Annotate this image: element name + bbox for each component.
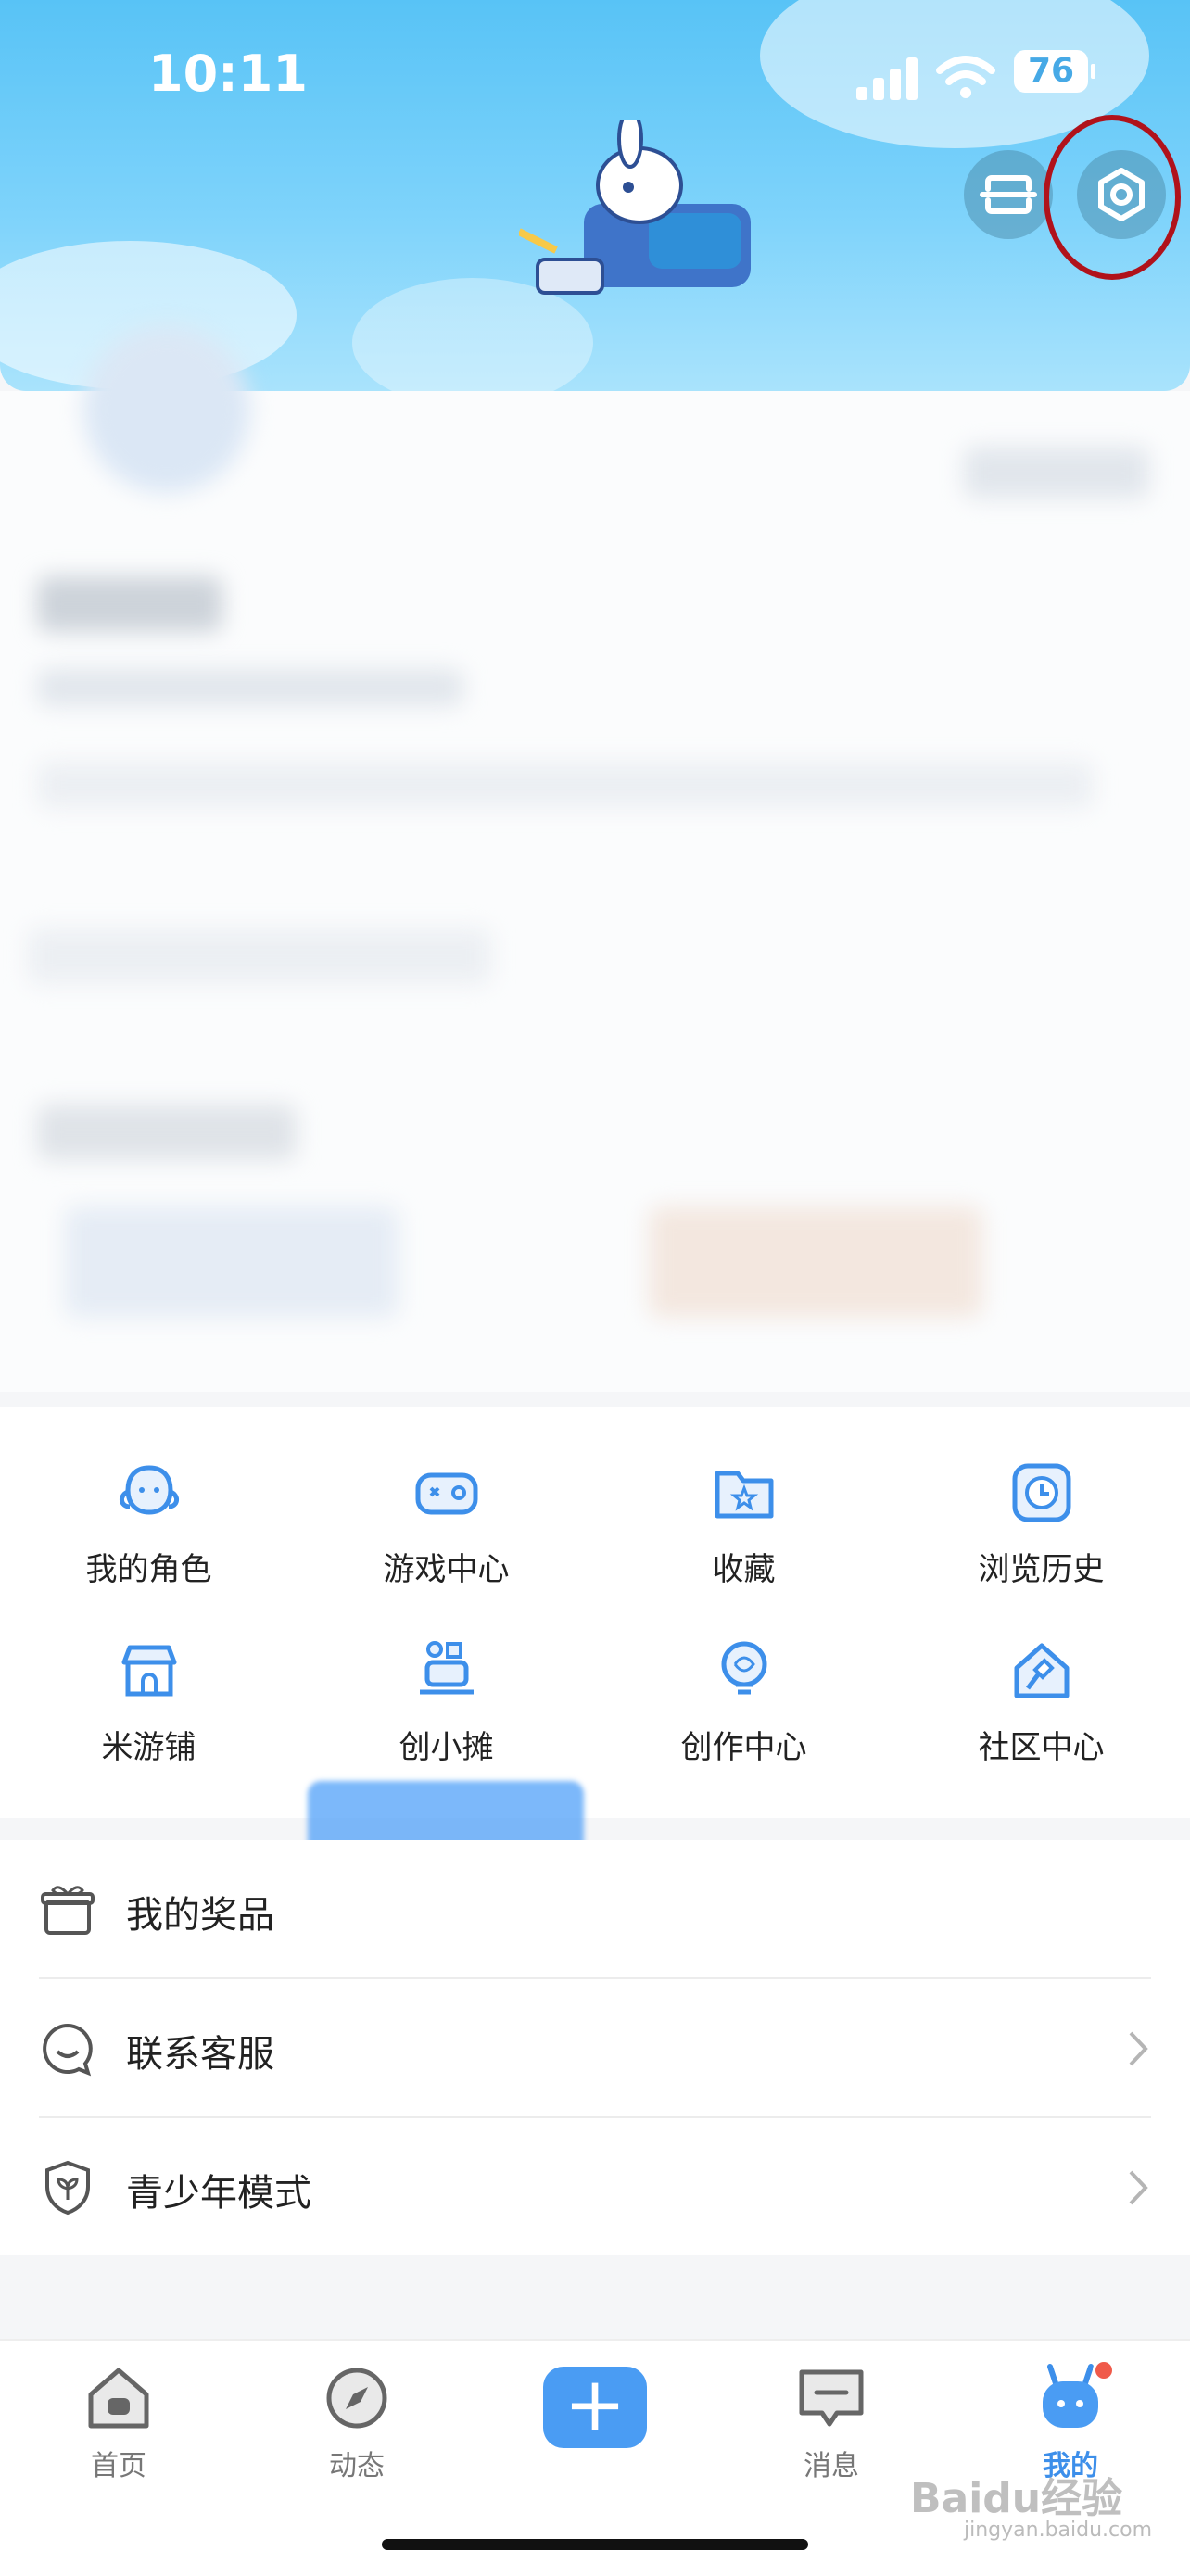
nav-label: 动态 xyxy=(329,2450,385,2482)
smiley-chat-icon xyxy=(43,2023,93,2077)
status-time: 10:11 xyxy=(148,44,308,103)
blurred-profile-section xyxy=(0,326,1190,1392)
grid-label: 游戏中心 xyxy=(383,1551,510,1588)
clock-icon xyxy=(1012,1463,1070,1522)
blurred-game-card xyxy=(649,1206,982,1318)
mascot-illustration xyxy=(519,120,751,295)
chevron-right-icon xyxy=(1129,2170,1148,2205)
character-icon xyxy=(119,1465,179,1515)
home-icon xyxy=(88,2368,149,2429)
gamepad-icon xyxy=(415,1472,477,1515)
grid-item-stall[interactable]: 创小摊 xyxy=(298,1636,595,1785)
grid-item-history[interactable]: 浏览历史 xyxy=(892,1458,1190,1607)
grid-label: 我的角色 xyxy=(85,1551,212,1588)
grid-label: 收藏 xyxy=(712,1551,776,1588)
grid-label: 米游铺 xyxy=(101,1729,196,1766)
blurred-user-id xyxy=(37,669,463,706)
settings-highlight-circle xyxy=(1044,115,1181,280)
list-item-customer-service[interactable]: 联系客服 xyxy=(0,1979,1190,2118)
battery-indicator: 76 xyxy=(1014,50,1095,93)
list-item-label: 我的奖品 xyxy=(126,1894,274,1937)
grid-label: 社区中心 xyxy=(978,1729,1105,1766)
list-item-youth-mode[interactable]: 青少年模式 xyxy=(0,2118,1190,2257)
message-bubble-icon xyxy=(799,2369,864,2427)
grid-item-favorites[interactable]: 收藏 xyxy=(595,1458,892,1607)
blurred-game-card xyxy=(65,1206,399,1318)
list-item-label: 联系客服 xyxy=(126,2033,274,2076)
grid-label: 浏览历史 xyxy=(978,1551,1105,1588)
home-indicator xyxy=(382,2539,808,2550)
cellular-signal-icon xyxy=(856,57,921,100)
nav-home[interactable]: 首页 xyxy=(40,2361,197,2483)
scan-button[interactable] xyxy=(964,150,1053,239)
folder-star-icon xyxy=(715,1471,773,1519)
grid-item-game-center[interactable]: 游戏中心 xyxy=(298,1458,595,1607)
scan-icon xyxy=(980,175,1037,214)
nav-label: 首页 xyxy=(91,2450,146,2482)
shield-leaf-icon xyxy=(45,2160,90,2216)
grid-item-my-characters[interactable]: 我的角色 xyxy=(0,1458,298,1607)
nav-feed[interactable]: 动态 xyxy=(278,2361,436,2483)
create-post-button[interactable]: + xyxy=(543,2367,647,2448)
notification-dot xyxy=(1093,2359,1115,2381)
blurred-username xyxy=(37,576,222,632)
wifi-icon xyxy=(936,56,995,98)
grid-label: 创作中心 xyxy=(680,1729,807,1766)
grid-item-creation-center[interactable]: 创作中心 xyxy=(595,1636,892,1785)
nav-messages[interactable]: 消息 xyxy=(753,2361,910,2483)
watermark: Baidu经验 xyxy=(910,2475,1123,2522)
blurred-avatar xyxy=(83,326,250,493)
blurred-edit-button xyxy=(964,447,1149,499)
settings-list: 我的奖品 联系客服 青少年模式 xyxy=(0,1840,1190,2255)
compass-icon xyxy=(326,2368,387,2429)
community-hammer-icon xyxy=(1014,1643,1069,1698)
grid-label: 创小摊 xyxy=(399,1729,494,1766)
blurred-stats xyxy=(37,762,1094,808)
list-item-my-prizes[interactable]: 我的奖品 xyxy=(0,1840,1190,1979)
blurred-counters xyxy=(28,928,491,984)
grid-item-shop[interactable]: 米游铺 xyxy=(0,1636,298,1785)
stall-icon xyxy=(419,1641,474,1695)
nav-label: 消息 xyxy=(804,2450,859,2482)
grid-item-community-center[interactable]: 社区中心 xyxy=(892,1636,1190,1785)
creation-bulb-icon xyxy=(721,1641,766,1695)
shop-icon xyxy=(121,1645,176,1697)
chevron-right-icon xyxy=(1129,2031,1148,2066)
blurred-section-title xyxy=(37,1105,297,1160)
gift-icon xyxy=(41,1886,95,1935)
status-bar: 10:11 76 xyxy=(0,37,1190,111)
function-grid: 我的角色 游戏中心 收藏 浏览历史 米游铺 创小摊 创作中心 社区中心 xyxy=(0,1407,1190,1818)
watermark-url: jingyan.baidu.com xyxy=(964,2519,1153,2542)
list-item-label: 青少年模式 xyxy=(126,2172,311,2215)
